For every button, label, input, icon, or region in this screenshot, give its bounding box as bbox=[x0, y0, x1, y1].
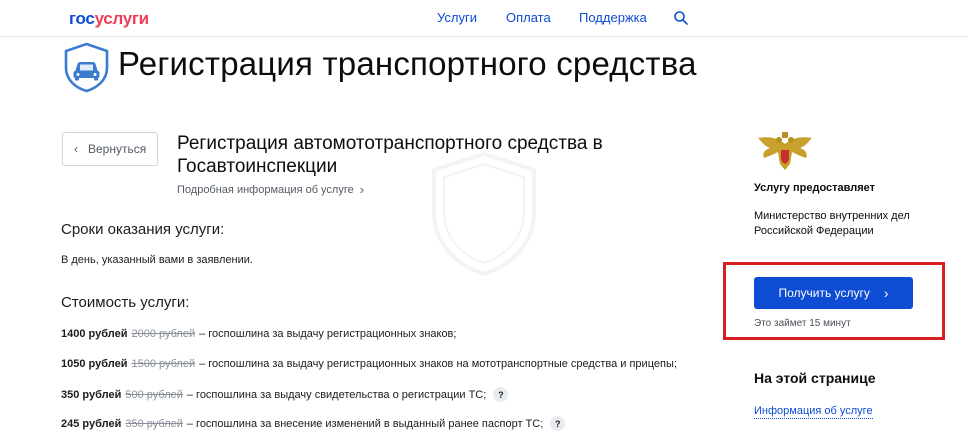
fee-old-price: 1500 рублей bbox=[131, 358, 196, 370]
fee-price: 1050 рублей bbox=[61, 358, 128, 370]
logo-part-2: услуги bbox=[94, 9, 150, 28]
fee-price: 245 рублей bbox=[61, 417, 122, 430]
terms-heading: Сроки оказания услуги: bbox=[61, 221, 225, 238]
chevron-right-icon: › bbox=[359, 182, 365, 197]
fee-old-price: 2000 рублей bbox=[131, 328, 196, 340]
back-button-label: Вернуться bbox=[88, 142, 147, 156]
fee-description: – госпошлина за выдачу регистрационных з… bbox=[199, 328, 457, 340]
more-info-link[interactable]: Подробная информация об услуге › bbox=[177, 182, 364, 197]
fee-item: 350 рублей 500 рублей – госпошлина за вы… bbox=[61, 387, 509, 402]
chevron-right-icon: › bbox=[883, 285, 889, 301]
terms-text: В день, указанный вами в заявлении. bbox=[61, 254, 253, 266]
get-service-button[interactable]: Получить услугу › bbox=[754, 277, 913, 309]
back-button[interactable]: ‹ Вернуться bbox=[62, 132, 158, 166]
logo-part-1: гос bbox=[69, 9, 95, 28]
car-icon bbox=[64, 42, 109, 93]
help-icon[interactable]: ? bbox=[493, 387, 509, 402]
get-service-label: Получить услугу bbox=[778, 286, 870, 300]
gosuslugi-logo[interactable]: госуслуги bbox=[69, 9, 149, 29]
service-duration: Это займет 15 минут bbox=[754, 318, 851, 329]
nav-support[interactable]: Поддержка bbox=[579, 10, 647, 25]
help-icon[interactable]: ? bbox=[550, 416, 566, 431]
fee-description: – госпошлина за внесение изменений в выд… bbox=[186, 417, 544, 430]
fee-item: 1400 рублей 2000 рублей – госпошлина за … bbox=[61, 328, 456, 340]
fee-description: – госпошлина за выдачу регистрационных з… bbox=[199, 358, 677, 370]
chevron-left-icon: ‹ bbox=[74, 142, 78, 156]
provider-name: Министерство внутренних дел Российской Ф… bbox=[754, 210, 910, 237]
fee-old-price: 500 рублей bbox=[125, 388, 183, 401]
fee-item: 245 рублей 350 рублей – госпошлина за вн… bbox=[61, 416, 566, 431]
double-headed-eagle-emblem-icon bbox=[758, 132, 812, 170]
search-icon[interactable] bbox=[673, 10, 689, 26]
nav-services[interactable]: Услуги bbox=[437, 10, 477, 25]
more-info-label: Подробная информация об услуге bbox=[177, 183, 354, 196]
page-title: Регистрация транспортного средства bbox=[118, 45, 697, 82]
provider-heading: Услугу предоставляет bbox=[754, 182, 876, 194]
fee-old-price: 350 рублей bbox=[125, 417, 183, 430]
fee-price: 350 рублей bbox=[61, 388, 122, 401]
on-page-link-service-info[interactable]: Информация об услуге bbox=[754, 404, 873, 419]
nav-payment[interactable]: Оплата bbox=[506, 10, 551, 25]
top-navigation-bar: госуслуги Услуги Оплата Поддержка bbox=[0, 0, 968, 37]
cost-heading: Стоимость услуги: bbox=[61, 294, 190, 311]
fee-price: 1400 рублей bbox=[61, 328, 128, 340]
service-title: Регистрация автомототранспортного средст… bbox=[177, 133, 603, 177]
fee-description: – госпошлина за выдачу свидетельства о р… bbox=[186, 388, 487, 401]
fee-item: 1050 рублей 1500 рублей – госпошлина за … bbox=[61, 358, 677, 370]
on-page-heading: На этой странице bbox=[754, 370, 876, 386]
